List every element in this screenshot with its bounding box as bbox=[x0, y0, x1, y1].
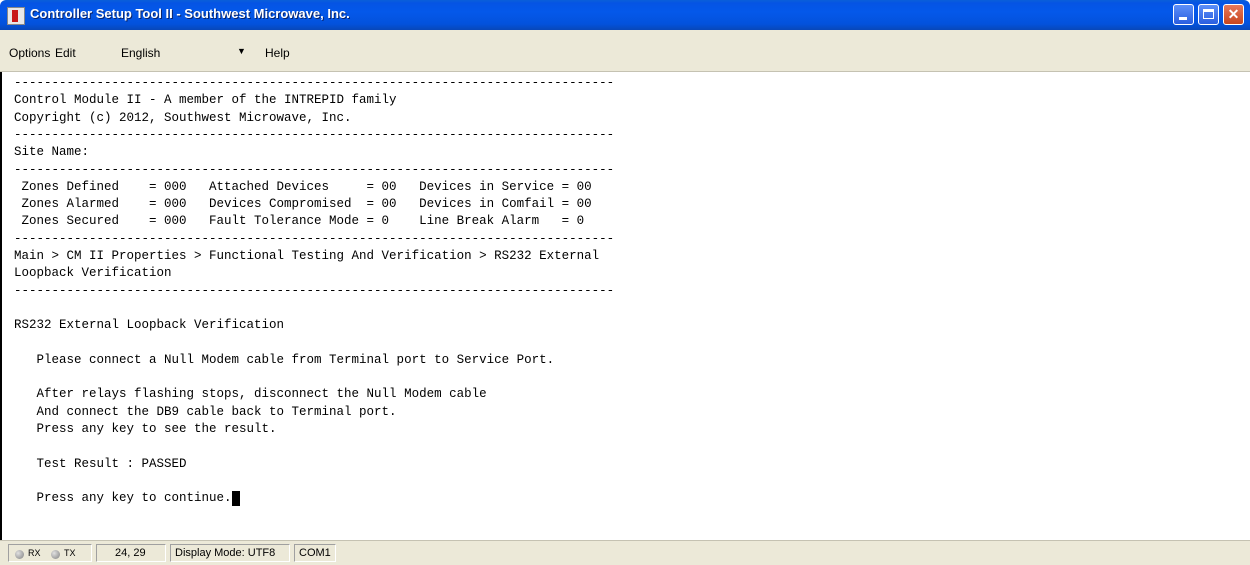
port-panel: COM1 bbox=[294, 544, 336, 562]
window-title: Controller Setup Tool II - Southwest Mic… bbox=[30, 6, 350, 21]
terminal-line: And connect the DB9 cable back to Termin… bbox=[14, 404, 397, 419]
terminal-line: Please connect a Null Modem cable from T… bbox=[14, 352, 555, 367]
com-port: COM1 bbox=[299, 547, 331, 559]
minimize-icon bbox=[1179, 17, 1187, 20]
app-icon[interactable] bbox=[7, 7, 25, 25]
terminal-line: Site Name: bbox=[14, 145, 90, 160]
terminal-line: ----------------------------------------… bbox=[14, 162, 615, 177]
terminal-line: Press any key to see the result. bbox=[14, 422, 277, 436]
terminal-line: Control Module II - A member of the INTR… bbox=[14, 93, 397, 108]
menu-edit[interactable]: Edit bbox=[55, 46, 76, 60]
language-select[interactable]: English ▼ bbox=[117, 44, 247, 62]
terminal-line: Zones Defined = 000 Attached Devices = 0… bbox=[14, 179, 592, 194]
menu-help[interactable]: Help bbox=[265, 46, 290, 60]
dropdown-arrow-icon[interactable]: ▼ bbox=[237, 46, 246, 56]
menu-options[interactable]: Options bbox=[9, 46, 50, 60]
rx-label: RX bbox=[28, 548, 41, 558]
rx-tx-indicator-panel: RX TX bbox=[8, 544, 92, 562]
terminal-line: Main > CM II Properties > Functional Tes… bbox=[14, 249, 600, 263]
display-mode-panel: Display Mode: UTF8 bbox=[170, 544, 290, 562]
terminal-line: ----------------------------------------… bbox=[14, 127, 615, 142]
menu-bar: Options Edit English ▼ Help bbox=[0, 30, 1250, 72]
maximize-button[interactable] bbox=[1198, 4, 1219, 25]
terminal-line: After relays flashing stops, disconnect … bbox=[14, 387, 487, 402]
terminal-line: Loopback Verification bbox=[14, 266, 172, 281]
cursor-position-panel: 24, 29 bbox=[96, 544, 166, 562]
cursor-position: 24, 29 bbox=[115, 547, 146, 559]
terminal-line: RS232 External Loopback Verification bbox=[14, 318, 285, 333]
terminal-line: Press any key to continue. bbox=[14, 491, 232, 506]
terminal-line: Copyright (c) 2012, Southwest Microwave,… bbox=[14, 110, 352, 125]
close-icon: ✕ bbox=[1227, 6, 1240, 22]
status-bar: RX TX 24, 29 Display Mode: UTF8 COM1 bbox=[0, 540, 1250, 565]
terminal-line: ----------------------------------------… bbox=[14, 231, 615, 246]
rx-led-icon bbox=[15, 550, 24, 559]
language-select-value: English bbox=[121, 46, 161, 60]
close-button[interactable]: ✕ bbox=[1223, 4, 1244, 25]
minimize-button[interactable] bbox=[1173, 4, 1194, 25]
display-mode: Display Mode: UTF8 bbox=[175, 547, 276, 559]
tx-led-icon bbox=[51, 550, 60, 559]
maximize-icon bbox=[1203, 9, 1214, 19]
terminal-line: ----------------------------------------… bbox=[14, 76, 615, 90]
terminal-line: Zones Secured = 000 Fault Tolerance Mode… bbox=[14, 214, 585, 229]
tx-label: TX bbox=[64, 548, 76, 558]
terminal-line: ----------------------------------------… bbox=[14, 283, 615, 298]
terminal-output[interactable]: ----------------------------------------… bbox=[0, 72, 1250, 540]
terminal-line: Test Result : PASSED bbox=[14, 456, 187, 471]
text-cursor bbox=[231, 491, 240, 507]
title-bar[interactable]: Controller Setup Tool II - Southwest Mic… bbox=[0, 0, 1250, 30]
terminal-line: Zones Alarmed = 000 Devices Compromised … bbox=[14, 197, 592, 212]
